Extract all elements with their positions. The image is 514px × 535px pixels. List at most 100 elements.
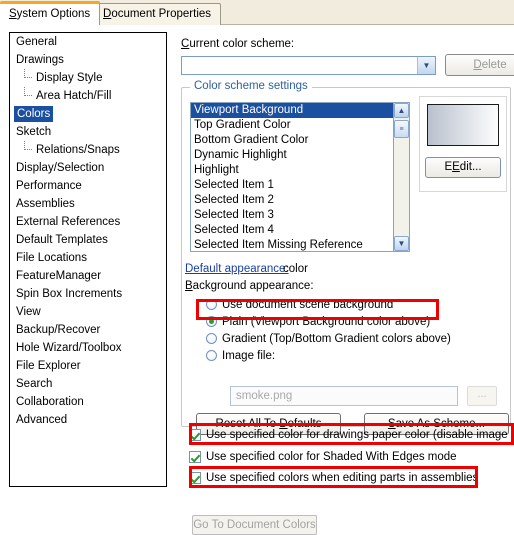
list-item[interactable]: Viewport Background [191,103,393,118]
radio-gradient-top-bottom-gradient-colors-above[interactable]: Gradient (Top/Bottom Gradient colors abo… [206,330,451,347]
sidebar-item-label: View [16,306,41,318]
sidebar-item-label: Default Templates [16,234,108,246]
default-appearance-link[interactable]: Default appearance: [185,263,289,275]
sidebar-item-sketch[interactable]: Sketch [10,123,166,141]
sidebar-item-performance[interactable]: Performance [10,177,166,195]
checkbox-label: Use specified color for Shaded With Edge… [206,450,457,463]
background-appearance-label: Background appearance: [185,280,314,292]
sidebar-item-label: General [16,36,57,48]
sidebar-item-label: Display Style [36,72,103,84]
sidebar-item-general[interactable]: General [10,33,166,51]
scroll-down-icon[interactable]: ▼ [394,236,409,251]
tab-system-options[interactable]: System Options [0,1,101,25]
sidebar-item-label: Area Hatch/Fill [36,90,112,102]
sidebar-item-backup-recover[interactable]: Backup/Recover [10,321,166,339]
sidebar-item-label: Advanced [16,414,68,426]
radio-indicator-icon[interactable] [206,316,217,327]
sidebar-item-assemblies[interactable]: Assemblies [10,195,166,213]
sidebar-item-relations-snaps[interactable]: Relations/Snaps [10,141,166,159]
sidebar-item-label: Colors [14,106,54,122]
sidebar-item-label: Relations/Snaps [36,144,120,156]
sidebar-item-external-references[interactable]: External References [10,213,166,231]
scroll-up-icon[interactable]: ▲ [394,103,409,118]
sidebar-item-view[interactable]: View [10,303,166,321]
radio-plain-viewport-background-color-above[interactable]: Plain (Viewport Background color above) [206,313,430,330]
go-to-document-colors-button[interactable]: Go To Document Colors [192,515,317,535]
sidebar-item-advanced[interactable]: Advanced [10,411,166,429]
checkbox-label: Use specified colors when editing parts … [206,471,479,484]
checkbox-use-specified-color-for-shaded-with-edges-mode[interactable]: Use specified color for Shaded With Edge… [189,448,457,465]
sidebar-item-default-templates[interactable]: Default Templates [10,231,166,249]
color-preview-swatch [427,104,499,146]
sidebar-item-file-locations[interactable]: File Locations [10,249,166,267]
sidebar-item-area-hatch-fill[interactable]: Area Hatch/Fill [10,87,166,105]
list-item[interactable]: Selected Item 2 [191,193,393,208]
tab-system-options-label: ystem Options [16,8,91,20]
sidebar-item-label: Assemblies [16,198,75,210]
sidebar-item-label: External References [16,216,121,228]
sidebar-item-search[interactable]: Search [10,375,166,393]
sidebar-item-spin-box-increments[interactable]: Spin Box Increments [10,285,166,303]
sidebar-item-label: File Explorer [16,360,81,372]
browse-image-button[interactable]: ... [467,386,497,406]
list-item[interactable]: Bottom Gradient Color [191,133,393,148]
chevron-down-icon[interactable]: ▼ [417,57,435,74]
sidebar-item-label: Performance [16,180,82,192]
list-item[interactable]: Selected Item 4 [191,223,393,238]
radio-indicator-icon[interactable] [206,299,217,310]
list-item[interactable]: Selected Item 3 [191,208,393,223]
scrollbar-thumb[interactable]: ≡ [394,120,409,138]
tab-document-properties-label: ocument Properties [111,8,212,20]
list-item[interactable]: Top Gradient Color [191,118,393,133]
checkbox-use-specified-color-for-drawings-paper-color-dis[interactable]: Use specified color for drawings paper c… [189,426,514,443]
sidebar-item-featuremanager[interactable]: FeatureManager [10,267,166,285]
radio-label: Use document scene background [222,298,394,311]
background-appearance-mnemonic: B [185,280,193,292]
sidebar-item-label: Display/Selection [16,162,105,174]
radio-indicator-icon[interactable] [206,333,217,344]
color-items-scrollbar[interactable]: ▲ ≡ ▼ [394,102,410,252]
checkbox-indicator-icon[interactable] [189,471,201,484]
sidebar-item-label: Hole Wizard/Toolbox [16,342,122,354]
sidebar-item-label: Backup/Recover [16,324,101,336]
sidebar-item-label: File Locations [16,252,87,264]
sidebar-item-collaboration[interactable]: Collaboration [10,393,166,411]
options-category-tree[interactable]: General Drawings Display Style Area Hatch/F… [9,32,167,487]
current-color-scheme-combobox[interactable]: ▼ [181,56,436,75]
radio-label: Plain (Viewport Background color above) [222,315,431,328]
delete-scheme-button[interactable]: Delete [445,54,514,76]
image-file-input[interactable]: smoke.png [230,386,458,406]
tab-strip: System Options Document Properties [0,0,514,25]
default-appearance-value: color [283,263,308,275]
edit-color-button[interactable]: EEdit... [425,157,501,178]
sidebar-item-label: Collaboration [16,396,84,408]
sidebar-item-label: FeatureManager [16,270,102,282]
list-item[interactable]: Selected Item Missing Reference [191,238,393,251]
color-items-listbox[interactable]: Viewport Background Top Gradient Color Bot… [190,102,394,252]
checkbox-label: Use specified color for drawings paper c… [206,428,514,441]
sidebar-item-label: Sketch [16,126,52,138]
list-item[interactable]: Selected Item 1 [191,178,393,193]
sidebar-item-label: Search [16,378,53,390]
list-item[interactable]: Highlight [191,163,393,178]
tab-system-options-mnemonic: S [9,8,17,20]
checkbox-indicator-icon[interactable] [189,450,201,463]
checkbox-indicator-icon[interactable] [189,428,201,441]
current-color-scheme-label: Current color scheme: [181,38,295,50]
edit-button-mnemonic: E [452,161,460,173]
radio-use-document-scene-background[interactable]: Use document scene background [206,296,393,313]
sidebar-item-colors[interactable]: Colors [10,105,166,123]
radio-indicator-icon[interactable] [206,350,217,361]
sidebar-item-hole-wizard-toolbox[interactable]: Hole Wizard/Toolbox [10,339,166,357]
sidebar-item-display-selection[interactable]: Display/Selection [10,159,166,177]
radio-image-file[interactable]: Image file: [206,347,275,364]
sidebar-item-drawings[interactable]: Drawings [10,51,166,69]
sidebar-item-file-explorer[interactable]: File Explorer [10,357,166,375]
sidebar-item-display-style[interactable]: Display Style [10,69,166,87]
tab-document-properties[interactable]: Document Properties [93,3,222,25]
sidebar-item-label: Drawings [16,54,64,66]
list-item[interactable]: Dynamic Highlight [191,148,393,163]
radio-label: Gradient (Top/Bottom Gradient colors abo… [222,332,451,345]
delete-button-mnemonic: D [473,59,482,71]
checkbox-use-specified-colors-when-editing-parts-in-assem[interactable]: Use specified colors when editing parts … [189,469,478,486]
